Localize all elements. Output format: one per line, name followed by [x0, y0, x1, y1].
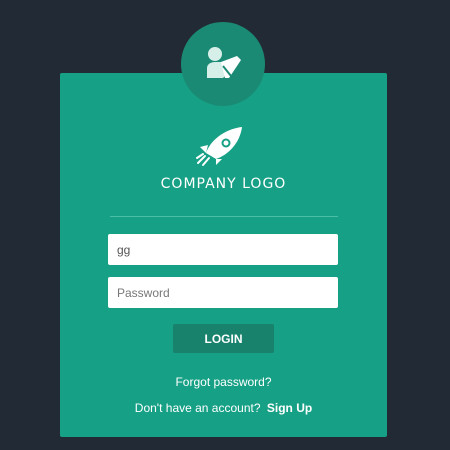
login-page: COMPANY LOGO LOGIN Forgot password? Don'… — [0, 0, 450, 450]
forgot-password-link[interactable]: Forgot password? — [60, 375, 387, 389]
signup-prompt: Don't have an account? Sign Up — [60, 401, 387, 415]
username-input[interactable] — [108, 234, 338, 265]
rocket-icon — [195, 127, 242, 166]
no-account-text: Don't have an account? — [134, 401, 261, 415]
login-card: COMPANY LOGO LOGIN Forgot password? Don'… — [60, 73, 387, 437]
signup-link[interactable]: Sign Up — [267, 401, 312, 415]
avatar — [181, 22, 265, 106]
logo-text: COMPANY LOGO — [160, 176, 287, 192]
logo — [60, 123, 387, 167]
user-edit-icon — [207, 47, 241, 78]
login-button[interactable]: LOGIN — [173, 324, 274, 353]
password-input[interactable] — [108, 277, 338, 308]
divider — [110, 216, 338, 217]
